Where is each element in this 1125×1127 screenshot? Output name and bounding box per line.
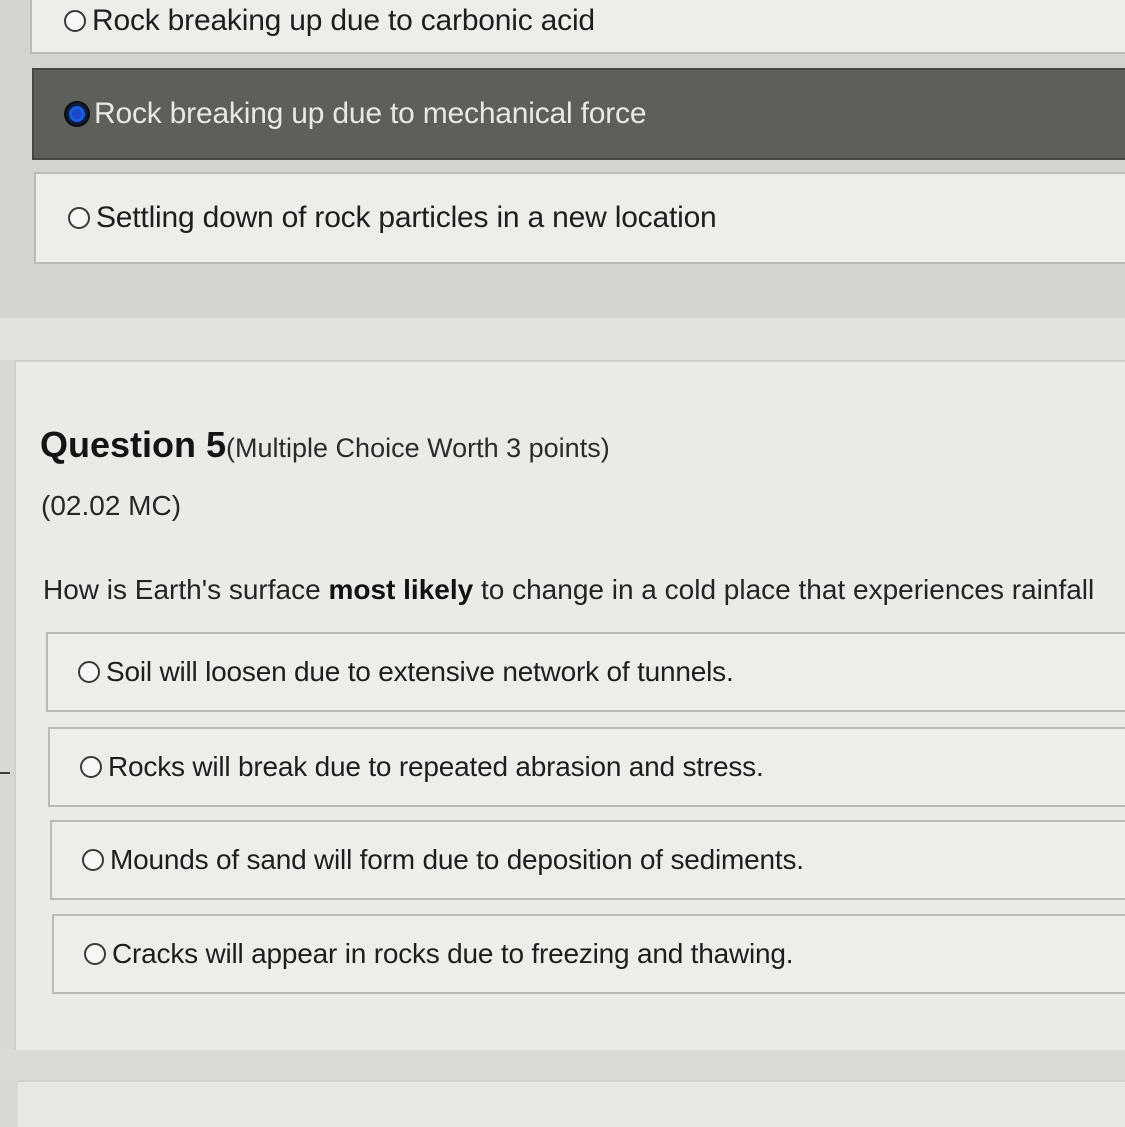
question-code: (02.02 MC) xyxy=(41,490,182,521)
radio-button-selected-icon[interactable] xyxy=(66,103,88,125)
question-title: Question 5(Multiple Choice Worth 3 point… xyxy=(40,424,610,466)
answer-option-soil-tunnels[interactable]: Soil will loosen due to extensive networ… xyxy=(46,632,1125,712)
prompt-emphasis: most likely xyxy=(328,574,474,605)
prev-option-settling-particles[interactable]: Settling down of rock particles in a new… xyxy=(34,172,1125,264)
option-label: Soil will loosen due to extensive networ… xyxy=(106,656,734,687)
section-divider xyxy=(0,318,1125,360)
option-label: Settling down of rock particles in a new… xyxy=(96,201,717,234)
radio-button-icon[interactable] xyxy=(64,10,86,32)
prev-option-carbonic-acid[interactable]: Rock breaking up due to carbonic acid xyxy=(30,0,1125,54)
radio-button-icon[interactable] xyxy=(84,943,106,965)
prompt-text-end: to change in a cold place that experienc… xyxy=(473,574,1095,605)
option-label: Rock breaking up due to mechanical force xyxy=(94,97,647,130)
radio-button-icon[interactable] xyxy=(82,849,104,871)
question-prompt: How is Earth's surface most likely to ch… xyxy=(43,574,1094,606)
option-label: Cracks will appear in rocks due to freez… xyxy=(112,938,794,969)
answer-option-abrasion-stress[interactable]: Rocks will break due to repeated abrasio… xyxy=(48,727,1125,807)
answer-option-sand-mounds[interactable]: Mounds of sand will form due to depositi… xyxy=(50,820,1125,900)
radio-button-icon[interactable] xyxy=(78,661,100,683)
section-divider-bottom xyxy=(0,1050,1125,1080)
radio-button-icon[interactable] xyxy=(68,207,90,229)
next-question-card xyxy=(18,1080,1125,1127)
question-number: Question 5 xyxy=(40,424,227,465)
option-label: Rock breaking up due to carbonic acid xyxy=(92,4,595,37)
radio-button-icon[interactable] xyxy=(80,756,102,778)
option-label: Rocks will break due to repeated abrasio… xyxy=(108,751,764,782)
answer-option-freeze-thaw[interactable]: Cracks will appear in rocks due to freez… xyxy=(52,914,1125,994)
option-label: Mounds of sand will form due to depositi… xyxy=(110,844,804,875)
edge-marker xyxy=(0,772,10,774)
question-meta: (Multiple Choice Worth 3 points) xyxy=(226,433,610,463)
prev-option-mechanical-force[interactable]: Rock breaking up due to mechanical force xyxy=(32,68,1125,160)
prompt-text-start: How is Earth's surface xyxy=(43,574,329,605)
